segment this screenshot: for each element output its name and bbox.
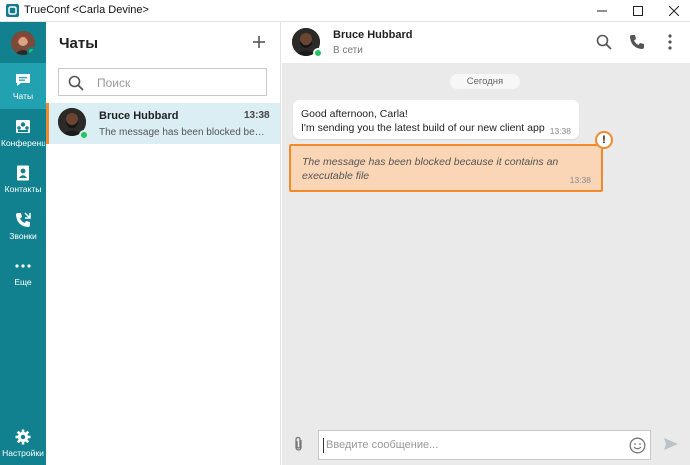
conversation-panel: Bruce Hubbard В сети Сегодня Good aftern… <box>282 22 690 465</box>
message-time: 13:38 <box>549 126 571 136</box>
chat-list-title: Чаты <box>59 35 99 52</box>
phone-icon <box>630 35 644 49</box>
nav-conferences[interactable]: Конференции <box>0 110 46 156</box>
search-icon <box>596 34 612 50</box>
nav-contacts[interactable]: Контакты <box>0 156 46 202</box>
nav-chats[interactable]: Чаты <box>0 63 46 109</box>
nav-more[interactable]: Еще <box>0 249 46 295</box>
search-placeholder: Поиск <box>97 76 131 90</box>
plus-icon <box>253 36 265 48</box>
message-input-placeholder: Введите сообщение... <box>326 439 439 451</box>
contact-status: В сети <box>333 45 363 56</box>
user-avatar[interactable] <box>11 31 35 55</box>
calls-icon <box>14 211 32 228</box>
conversation-contact-name: Bruce Hubbard <box>333 29 413 41</box>
new-chat-button[interactable] <box>250 33 268 51</box>
nav-chats-label: Чаты <box>12 90 34 101</box>
more-icon <box>14 258 32 274</box>
search-input[interactable]: Поиск <box>58 68 267 96</box>
more-options-button[interactable] <box>661 33 679 51</box>
window-title: TrueConf <Carla Devine> <box>24 4 149 16</box>
send-button[interactable] <box>663 436 679 452</box>
chat-preview: The message has been blocked because it … <box>99 127 267 138</box>
message-text: Good afternoon, Carla! <box>301 108 408 120</box>
date-divider: Сегодня <box>450 74 520 89</box>
chat-list-item[interactable]: Bruce Hubbard 13:38 The message has been… <box>46 103 280 144</box>
contacts-icon <box>14 165 32 181</box>
message-text: I'm sending you the latest build of our … <box>301 122 545 134</box>
minimize-button[interactable] <box>584 0 620 22</box>
nav-settings[interactable]: Настройки <box>0 420 46 465</box>
nav-more-label: Еще <box>14 276 32 287</box>
message-time: 13:38 <box>569 175 591 185</box>
chat-icon <box>14 72 32 88</box>
conference-icon <box>14 119 32 135</box>
paperclip-icon <box>295 436 302 451</box>
nav-calls-label: Звонки <box>9 230 37 241</box>
chat-list-panel: Чаты Поиск Bruce Hubbard 13:38 The messa… <box>46 22 281 465</box>
kebab-menu-icon <box>668 34 672 50</box>
navigation-rail: Чаты Конференции Контакты Звонки Еще Нас… <box>0 22 46 465</box>
chat-contact-name: Bruce Hubbard <box>99 110 179 122</box>
chat-time: 13:38 <box>244 110 270 121</box>
smiley-icon <box>629 437 646 454</box>
close-window-button[interactable] <box>656 0 690 22</box>
conversation-header: Bruce Hubbard В сети <box>282 22 690 63</box>
nav-calls[interactable]: Звонки <box>0 203 46 249</box>
text-cursor <box>323 438 324 453</box>
message-composer: Введите сообщение... <box>282 423 690 465</box>
online-status-dot <box>79 130 89 140</box>
trueconf-logo-icon <box>6 4 19 17</box>
maximize-button[interactable] <box>620 0 656 22</box>
call-button[interactable] <box>628 33 646 51</box>
search-in-chat-button[interactable] <box>595 33 613 51</box>
send-icon <box>664 438 678 450</box>
emoji-button[interactable] <box>629 437 646 454</box>
warning-icon: ! <box>595 131 613 149</box>
gear-icon <box>14 429 32 445</box>
nav-conferences-label: Конференции <box>1 137 45 148</box>
attach-file-button[interactable] <box>292 436 306 452</box>
online-status-dot <box>27 47 35 55</box>
nav-contacts-label: Контакты <box>4 183 42 194</box>
nav-settings-label: Настройки <box>2 447 44 458</box>
incoming-message[interactable]: Good afternoon, Carla! I'm sending you t… <box>293 100 579 139</box>
blocked-message-text: executable file <box>302 170 370 182</box>
blocked-message-text: The message has been blocked because it … <box>302 156 559 168</box>
search-icon <box>68 75 84 96</box>
blocked-message[interactable]: The message has been blocked because it … <box>289 144 603 192</box>
online-status-dot <box>313 48 323 58</box>
message-input[interactable]: Введите сообщение... <box>318 430 651 460</box>
title-bar: TrueConf <Carla Devine> <box>0 0 690 22</box>
